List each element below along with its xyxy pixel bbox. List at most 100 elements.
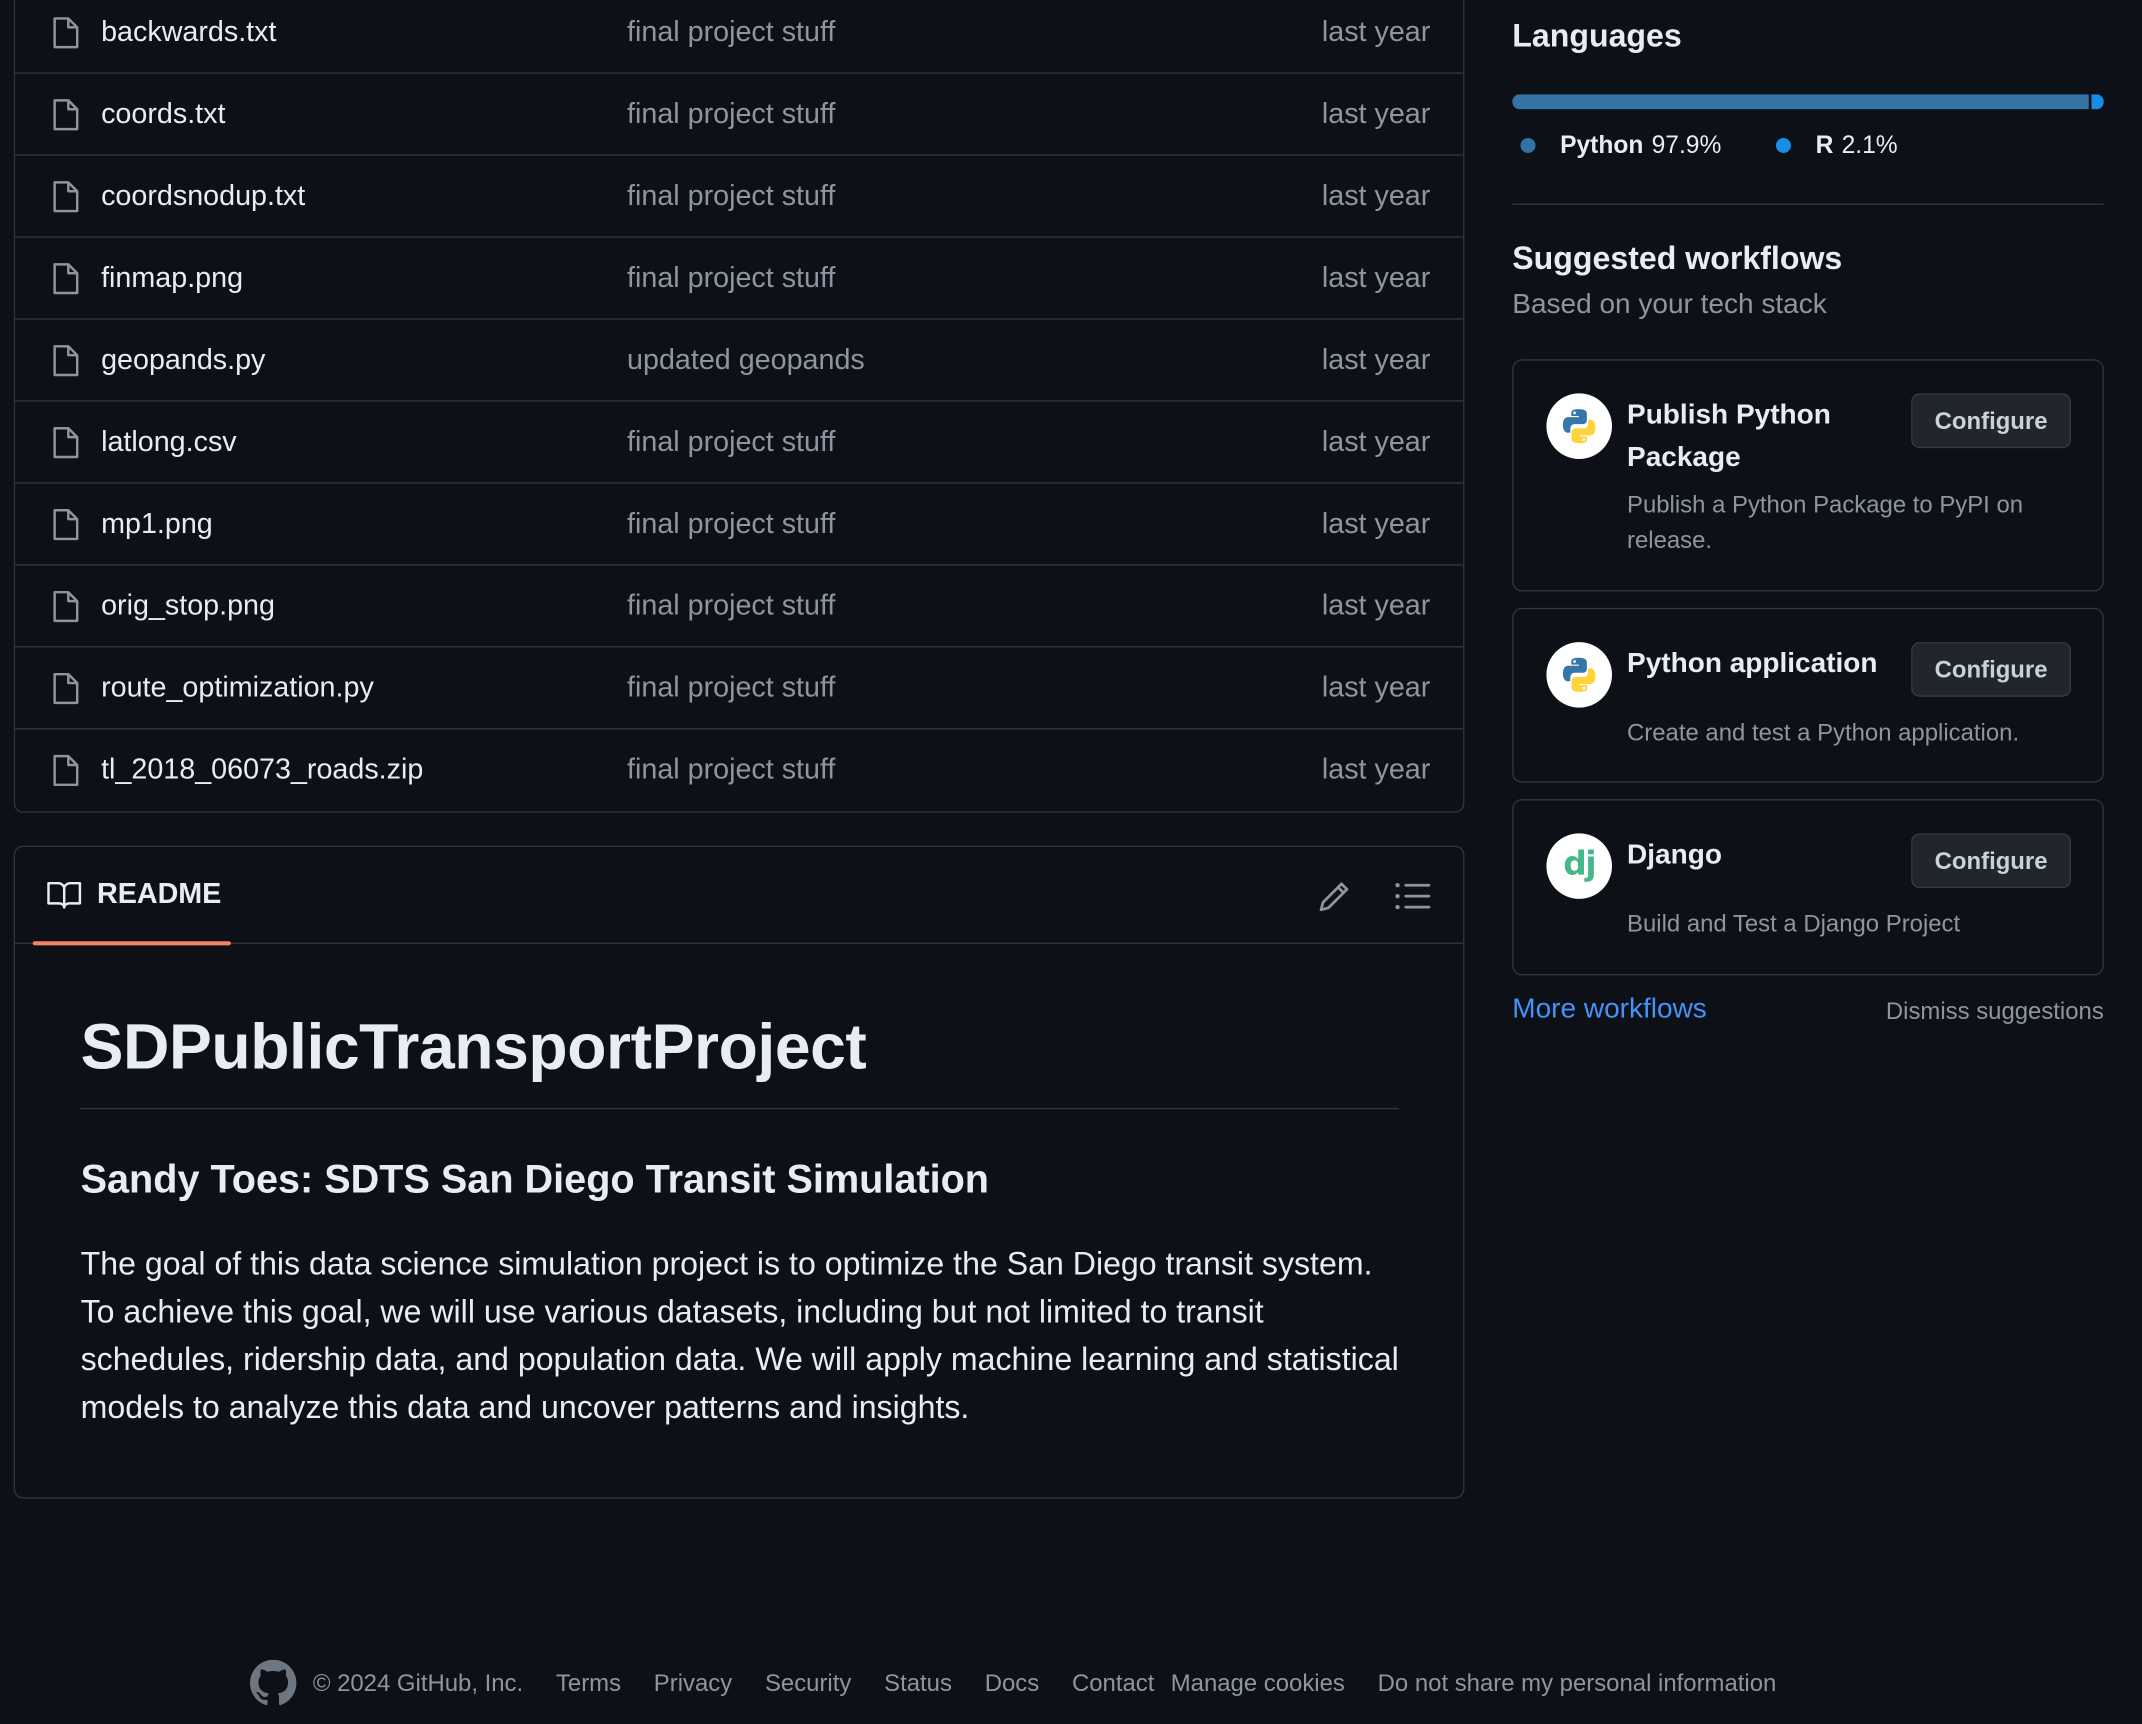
- workflows-subtitle: Based on your tech stack: [1512, 288, 1827, 320]
- workflow-description: Publish a Python Package to PyPI on rele…: [1627, 490, 2024, 554]
- more-workflows-link[interactable]: More workflows: [1512, 993, 1707, 1026]
- workflows-heading: Suggested workflows: [1512, 240, 1843, 276]
- readme-panel: README SDPublicTransportProject Sandy To…: [13, 845, 1465, 1499]
- list-unordered-icon[interactable]: [1389, 874, 1435, 918]
- configure-button[interactable]: Configure: [1911, 833, 2072, 888]
- file-row[interactable]: coordsnodup.txt final project stuff last…: [15, 156, 1464, 238]
- file-row[interactable]: route_optimization.py final project stuf…: [15, 648, 1464, 730]
- file-name[interactable]: geopands.py: [101, 344, 265, 377]
- readme-title: SDPublicTransportProject: [80, 1009, 867, 1082]
- dismiss-suggestions-link[interactable]: Dismiss suggestions: [1886, 997, 2104, 1026]
- workflow-name: Publish Python Package: [1627, 398, 1831, 473]
- file-row[interactable]: latlong.csv final project stuff last yea…: [15, 402, 1464, 484]
- file-name[interactable]: latlong.csv: [101, 426, 237, 459]
- commit-date: last year: [1321, 343, 1431, 375]
- django-icon: dj: [1546, 833, 1612, 899]
- workflow-card: dj Django Configure Build and Test a Dja…: [1512, 799, 2104, 976]
- divider: [1512, 203, 2104, 205]
- language-item-r[interactable]: R 2.1%: [1768, 130, 1898, 159]
- commit-message[interactable]: final project stuff: [627, 671, 835, 704]
- commit-date: last year: [1321, 589, 1431, 621]
- language-bar[interactable]: [1512, 94, 2104, 110]
- file-name[interactable]: tl_2018_06073_roads.zip: [101, 754, 423, 787]
- footer-link-docs[interactable]: Docs: [985, 1669, 1039, 1698]
- commit-date: last year: [1321, 15, 1431, 48]
- file-icon: [53, 590, 79, 622]
- file-row[interactable]: geopands.py updated geopands last year: [15, 320, 1464, 402]
- footer-link-contact[interactable]: Contact: [1072, 1669, 1154, 1698]
- language-item-python[interactable]: Python 97.9%: [1512, 130, 1721, 159]
- footer-link-status[interactable]: Status: [884, 1669, 952, 1698]
- readme-header: README: [15, 847, 1464, 946]
- file-name[interactable]: route_optimization.py: [101, 671, 374, 704]
- footer-link-manage-cookies[interactable]: Manage cookies: [1171, 1669, 1345, 1698]
- workflow-card: Publish Python Package Configure Publish…: [1512, 359, 2104, 592]
- file-table: backwards.txt final project stuff last y…: [13, 0, 1465, 813]
- file-icon: [53, 180, 79, 212]
- file-icon: [53, 98, 79, 130]
- file-row[interactable]: orig_stop.png final project stuff last y…: [15, 566, 1464, 648]
- file-icon: [53, 672, 79, 704]
- language-color-dot: [1520, 137, 1536, 153]
- commit-date: last year: [1321, 671, 1431, 703]
- divider: [80, 1107, 1399, 1110]
- commit-date: last year: [1321, 97, 1431, 130]
- commit-message[interactable]: final project stuff: [627, 754, 835, 787]
- configure-button[interactable]: Configure: [1911, 642, 2072, 697]
- file-name[interactable]: coords.txt: [101, 98, 225, 131]
- commit-date: last year: [1321, 179, 1431, 212]
- readme-paragraph: The goal of this data science simulation…: [80, 1245, 1399, 1425]
- file-icon: [53, 754, 79, 787]
- workflow-description: Create and test a Python application.: [1627, 718, 2020, 746]
- language-name: Python: [1560, 130, 1644, 158]
- file-name[interactable]: coordsnodup.txt: [101, 180, 305, 213]
- file-name[interactable]: orig_stop.png: [101, 589, 275, 622]
- configure-button[interactable]: Configure: [1911, 393, 2072, 449]
- language-percent: 97.9%: [1651, 130, 1722, 158]
- commit-message[interactable]: updated geopands: [627, 344, 865, 377]
- file-icon: [53, 508, 79, 540]
- page: backwards.txt final project stuff last y…: [0, 0, 2142, 1724]
- footer-link-terms[interactable]: Terms: [556, 1669, 621, 1698]
- commit-message[interactable]: final project stuff: [627, 180, 835, 213]
- copyright: © 2024 GitHub, Inc.: [312, 1668, 524, 1697]
- pencil-icon[interactable]: [1313, 874, 1357, 918]
- commit-message[interactable]: final project stuff: [627, 426, 835, 459]
- commit-message[interactable]: final project stuff: [627, 589, 835, 622]
- commit-message[interactable]: final project stuff: [627, 262, 835, 295]
- commit-date: last year: [1321, 261, 1431, 294]
- languages-heading: Languages: [1512, 17, 1682, 54]
- footer-link-privacy[interactable]: Privacy: [654, 1669, 732, 1698]
- commit-message[interactable]: final project stuff: [627, 16, 835, 49]
- language-bar-segment-python: [1512, 94, 2089, 110]
- tab-readme[interactable]: README: [32, 847, 231, 946]
- workflow-name: Python application: [1627, 647, 1878, 679]
- language-percent: 2.1%: [1841, 130, 1898, 158]
- footer: © 2024 GitHub, Inc. Terms Privacy Securi…: [249, 1658, 1809, 1707]
- workflow-description: Build and Test a Django Project: [1627, 909, 1961, 938]
- file-row[interactable]: finmap.png final project stuff last year: [15, 238, 1464, 320]
- file-name[interactable]: mp1.png: [101, 508, 213, 541]
- file-row[interactable]: coords.txt final project stuff last year: [15, 74, 1464, 156]
- commit-date: last year: [1321, 754, 1431, 786]
- commit-message[interactable]: final project stuff: [627, 508, 835, 541]
- file-icon: [53, 426, 79, 458]
- workflow-card: Python application Configure Create and …: [1512, 607, 2104, 783]
- footer-link-security[interactable]: Security: [765, 1669, 851, 1698]
- workflow-name: Django: [1627, 838, 1722, 871]
- commit-message[interactable]: final project stuff: [627, 98, 835, 131]
- commit-date: last year: [1321, 507, 1431, 539]
- footer-link-do-not-share[interactable]: Do not share my personal information: [1378, 1669, 1777, 1698]
- python-icon: [1546, 642, 1612, 708]
- file-name[interactable]: finmap.png: [101, 262, 243, 295]
- file-row[interactable]: backwards.txt final project stuff last y…: [15, 0, 1464, 74]
- file-name[interactable]: backwards.txt: [101, 16, 276, 49]
- language-name: R: [1815, 130, 1834, 158]
- readme-subheading: Sandy Toes: SDTS San Diego Transit Simul…: [80, 1158, 990, 1203]
- language-bar-segment-r: [2091, 94, 2104, 110]
- commit-date: last year: [1321, 425, 1431, 457]
- file-row[interactable]: tl_2018_06073_roads.zip final project st…: [15, 729, 1463, 811]
- file-row[interactable]: mp1.png final project stuff last year: [15, 484, 1464, 566]
- readme-tab-label: README: [96, 878, 222, 910]
- github-logo-icon[interactable]: [249, 1659, 297, 1706]
